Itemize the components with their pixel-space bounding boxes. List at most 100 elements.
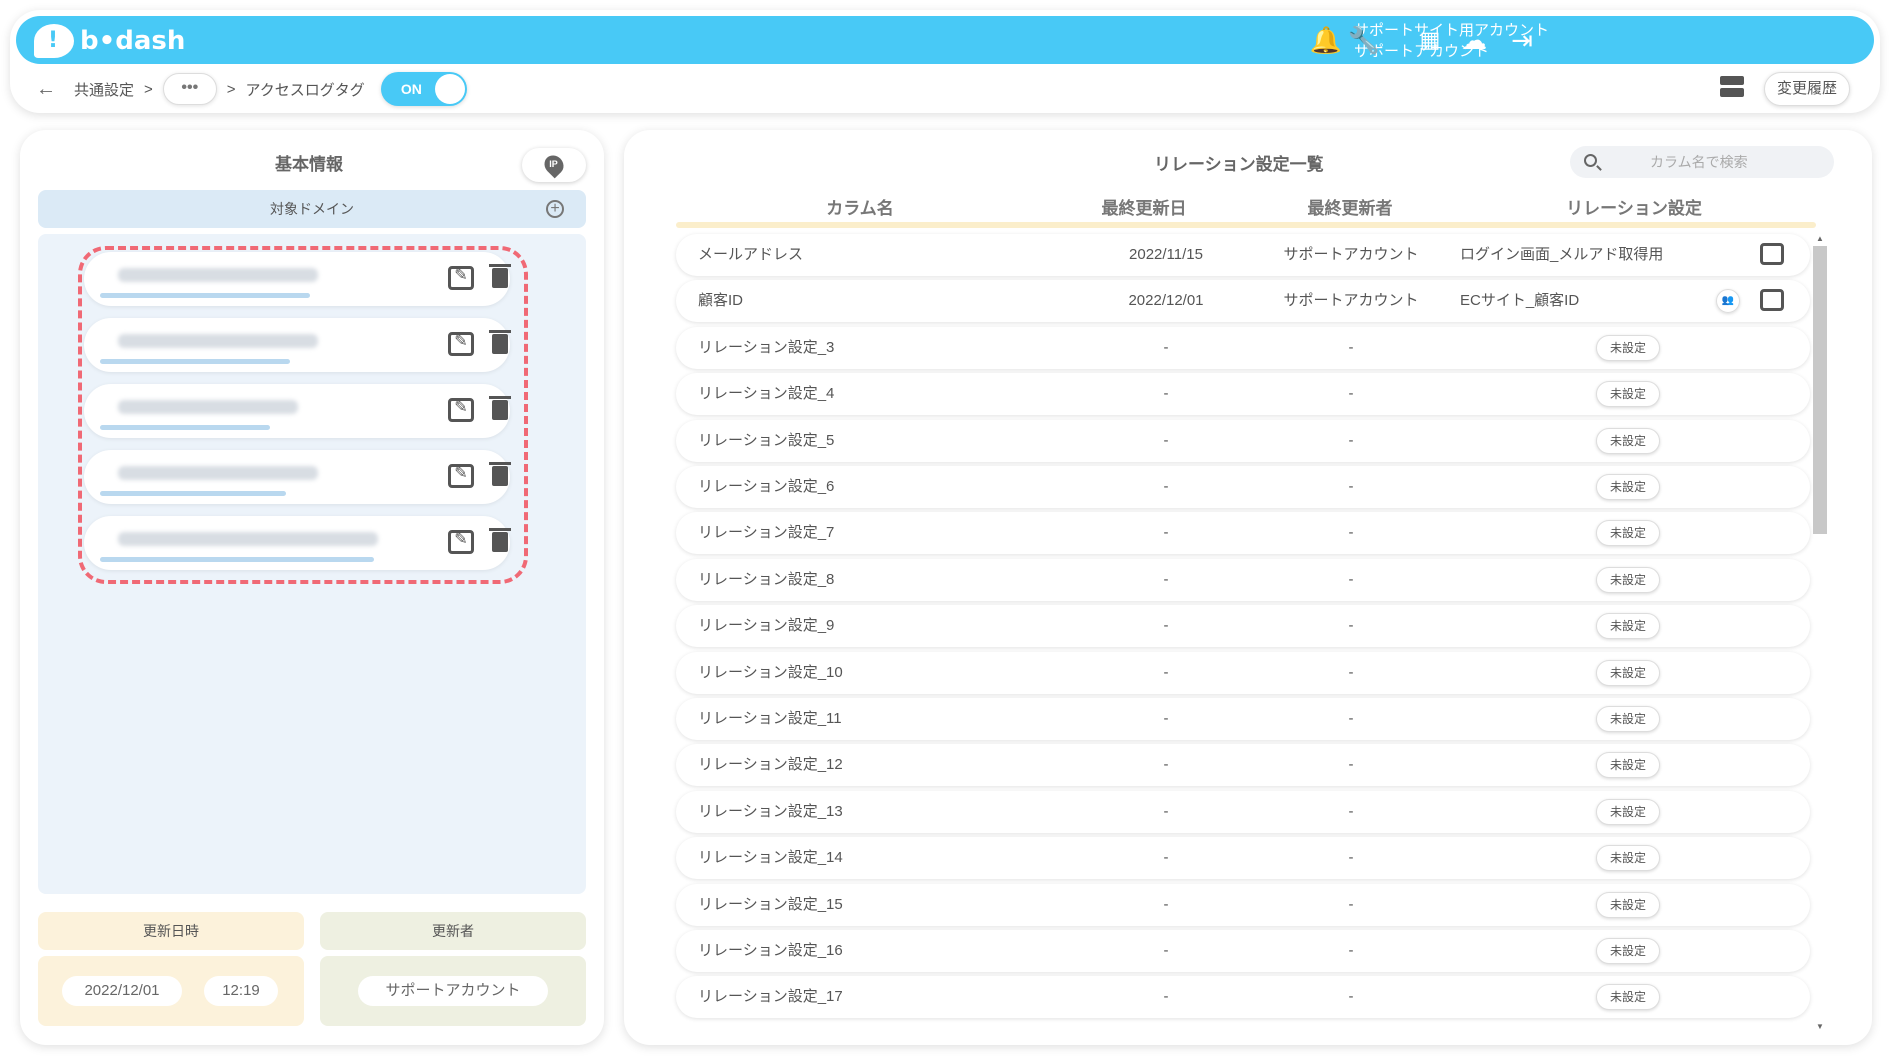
search-placeholder: カラム名で検索	[1650, 154, 1748, 170]
table-scrollbar[interactable]: ▲ ▼	[1812, 234, 1828, 1034]
cell-column-name: リレーション設定_15	[698, 895, 843, 913]
unset-badge-button[interactable]: 未設定	[1596, 613, 1660, 640]
cell-last-updater: -	[1348, 431, 1354, 449]
cell-last-updated: -	[1163, 942, 1169, 959]
cell-column-name: リレーション設定_8	[698, 570, 835, 588]
edit-icon[interactable]: ✎	[448, 332, 474, 356]
server-icon[interactable]	[1720, 76, 1744, 98]
table-row[interactable]: リレーション設定_10 - - 未設定	[676, 651, 1810, 694]
table-row[interactable]: リレーション設定_8 - - 未設定	[676, 558, 1810, 601]
cell-last-updated: -	[1163, 338, 1169, 356]
cell-last-updater: -	[1348, 710, 1354, 727]
col-header-last-updated: 最終更新日	[1101, 199, 1187, 218]
scroll-up-icon[interactable]: ▲	[1816, 234, 1824, 243]
updated-at-header: 更新日時	[38, 912, 304, 950]
cell-last-updater: -	[1348, 663, 1354, 681]
trash-icon[interactable]	[489, 462, 511, 486]
unset-badge-button[interactable]: 未設定	[1596, 566, 1660, 593]
table-row[interactable]: リレーション設定_6 - - 未設定	[676, 466, 1810, 508]
table-row[interactable]: リレーション設定_17 - - 未設定	[676, 976, 1810, 1019]
breadcrumb-ellipsis-button[interactable]: •••	[162, 73, 217, 105]
table-row[interactable]: メールアドレス 2022/11/15 サポートアカウント ログイン画面_メルアド取得用	[676, 234, 1810, 276]
header-underline	[676, 222, 1816, 228]
target-domain-header: 対象ドメイン +	[38, 190, 586, 228]
cell-column-name: リレーション設定_14	[698, 849, 843, 867]
logo-text: b•dash	[80, 26, 186, 56]
enable-toggle[interactable]: ON	[380, 72, 467, 106]
column-search-input[interactable]: カラム名で検索	[1570, 146, 1834, 178]
domain-item: ✎	[84, 384, 511, 438]
table-row[interactable]: リレーション設定_15 - - 未設定	[676, 883, 1810, 926]
edit-icon[interactable]	[1760, 289, 1784, 312]
col-header-last-updater: 最終更新者	[1307, 199, 1393, 218]
unset-badge-button[interactable]: 未設定	[1596, 520, 1660, 547]
edit-icon[interactable]: ✎	[448, 530, 474, 554]
cell-column-name: リレーション設定_6	[698, 478, 835, 495]
apps-grid-icon[interactable]: ▦	[1412, 22, 1448, 58]
unset-badge-button[interactable]: 未設定	[1596, 659, 1660, 686]
unset-badge-button[interactable]: 未設定	[1596, 798, 1660, 825]
edit-icon[interactable]	[1760, 243, 1784, 265]
domain-underline	[100, 293, 310, 298]
unset-badge-button[interactable]: 未設定	[1596, 752, 1660, 779]
table-row[interactable]: リレーション設定_9 - - 未設定	[676, 605, 1810, 648]
domain-underline	[100, 491, 286, 496]
trash-icon[interactable]	[489, 396, 511, 420]
unset-badge-button[interactable]: 未設定	[1596, 334, 1660, 361]
cell-column-name: リレーション設定_17	[698, 988, 843, 1006]
trash-icon[interactable]	[489, 528, 511, 552]
cell-last-updater: -	[1348, 478, 1354, 495]
updater-header: 更新者	[320, 912, 586, 950]
table-row[interactable]: リレーション設定_3 - - 未設定	[676, 326, 1810, 369]
trash-icon[interactable]	[489, 264, 511, 288]
edit-icon[interactable]: ✎	[448, 266, 474, 290]
table-row[interactable]: リレーション設定_7 - - 未設定	[676, 512, 1810, 555]
unset-badge-button[interactable]: 未設定	[1596, 427, 1660, 454]
table-row[interactable]: リレーション設定_5 - - 未設定	[676, 419, 1810, 462]
logout-icon[interactable]: ⇥	[1504, 22, 1540, 58]
unset-badge-button[interactable]: 未設定	[1596, 891, 1660, 918]
chat-bot-icon[interactable]: ☁	[1456, 22, 1492, 58]
change-history-button[interactable]: 変更履歴	[1764, 72, 1850, 106]
domain-underline	[100, 557, 374, 562]
users-icon[interactable]: 👥	[1716, 289, 1740, 314]
unset-badge-button[interactable]: 未設定	[1596, 984, 1660, 1011]
table-row[interactable]: リレーション設定_11 - - 未設定	[676, 698, 1810, 740]
bell-icon[interactable]: 🔔	[1308, 22, 1344, 58]
domain-item: ✎	[84, 516, 511, 570]
table-row[interactable]: リレーション設定_13 - - 未設定	[676, 790, 1810, 833]
unset-badge-button[interactable]: 未設定	[1596, 381, 1660, 408]
ip-pin-button[interactable]: IP	[522, 148, 586, 182]
edit-icon[interactable]: ✎	[448, 398, 474, 422]
table-row[interactable]: リレーション設定_12 - - 未設定	[676, 744, 1810, 787]
add-domain-icon[interactable]: +	[546, 200, 564, 218]
edit-icon[interactable]: ✎	[448, 464, 474, 488]
back-arrow-icon[interactable]: ←	[36, 78, 60, 101]
cell-last-updater: -	[1348, 524, 1354, 542]
unset-badge-button[interactable]: 未設定	[1596, 938, 1660, 964]
wrench-icon[interactable]: 🔧	[1346, 22, 1382, 58]
cell-last-updated: -	[1163, 478, 1169, 495]
bdash-logo[interactable]: b•dash	[34, 24, 185, 58]
cell-column-name: メールアドレス	[698, 246, 804, 263]
trash-icon[interactable]	[489, 330, 511, 354]
domain-text-blurred	[118, 466, 318, 480]
table-row[interactable]: リレーション設定_4 - - 未設定	[676, 373, 1810, 416]
table-row[interactable]: リレーション設定_16 - - 未設定	[676, 930, 1810, 972]
table-row[interactable]: 顧客ID 2022/12/01 サポートアカウント ECサイト_顧客ID 👥	[676, 280, 1810, 323]
unset-badge-button[interactable]: 未設定	[1596, 845, 1660, 872]
breadcrumb: ← 共通設定 > ••• > アクセスログタグ ON	[36, 72, 467, 106]
table-row[interactable]: リレーション設定_14 - - 未設定	[676, 837, 1810, 880]
cell-column-name: リレーション設定_13	[698, 802, 843, 820]
unset-badge-button[interactable]: 未設定	[1596, 706, 1660, 732]
cell-column-name: リレーション設定_4	[698, 385, 835, 403]
domain-underline	[100, 425, 270, 430]
unset-badge-button[interactable]: 未設定	[1596, 474, 1660, 500]
cell-last-updated: 2022/12/01	[1128, 292, 1204, 310]
cell-last-updated: -	[1163, 756, 1169, 774]
breadcrumb-common-settings[interactable]: 共通設定	[74, 79, 134, 100]
scroll-thumb[interactable]	[1813, 246, 1827, 534]
col-header-relation-setting: リレーション設定	[1566, 199, 1702, 218]
scroll-down-icon[interactable]: ▼	[1816, 1022, 1824, 1031]
cell-column-name: リレーション設定_10	[698, 663, 843, 681]
